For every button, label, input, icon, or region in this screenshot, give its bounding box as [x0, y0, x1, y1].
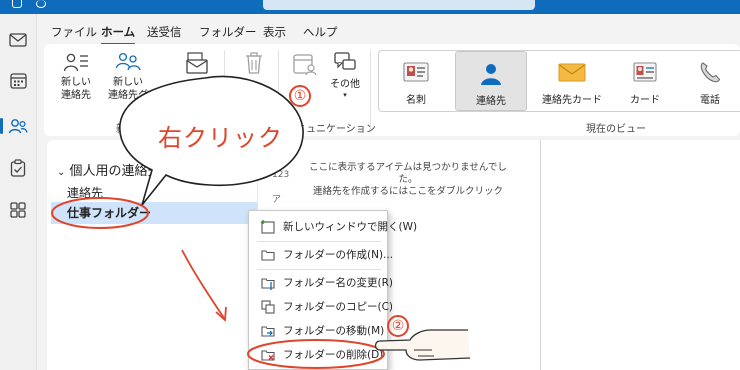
folder-highlight-oval	[51, 197, 149, 229]
delete-highlight-oval	[247, 339, 385, 369]
step-1-label: ①	[293, 88, 307, 104]
step-2-marker: ②	[387, 315, 409, 337]
arrow-line	[181, 249, 225, 319]
annotation-overlay	[51, 75, 471, 369]
step-2-label: ②	[391, 318, 405, 334]
right-click-annotation: 右クリック	[158, 124, 283, 152]
step-1-marker: ①	[289, 85, 311, 107]
